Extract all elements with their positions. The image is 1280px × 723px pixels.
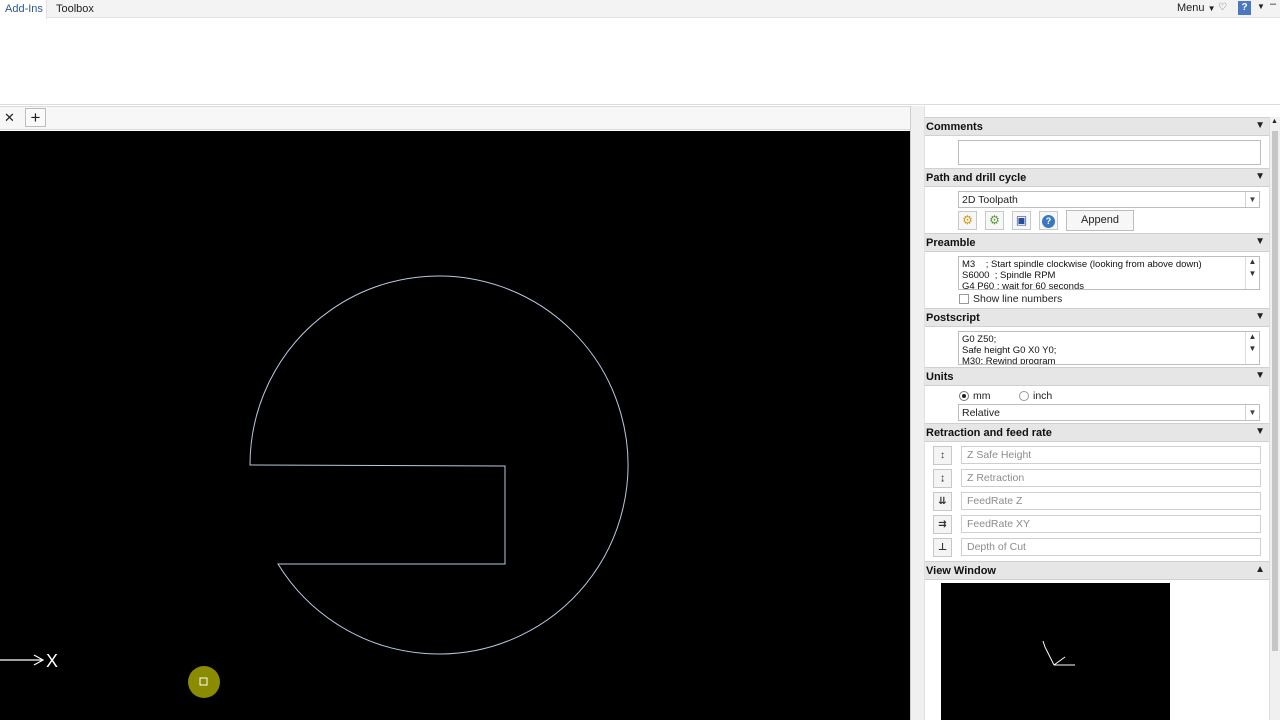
section-title: Comments: [926, 121, 983, 133]
help-button[interactable]: ?: [1238, 1, 1251, 15]
menu-button[interactable]: Menu ▼: [1177, 2, 1216, 14]
cursor-marker: [188, 666, 220, 698]
cad-canvas[interactable]: X: [0, 131, 910, 720]
collapse-icon[interactable]: ▼: [1255, 370, 1265, 381]
depth-of-cut-input[interactable]: [961, 538, 1261, 556]
preamble-textarea[interactable]: M3 ; Start spindle clockwise (looking fr…: [958, 256, 1260, 290]
chevron-down-icon: ▼: [1207, 4, 1216, 13]
scroll-up-icon[interactable]: ▲: [1271, 118, 1278, 125]
axis-triad-icon: [1042, 640, 1075, 666]
section-units-header[interactable]: Units ▼: [925, 367, 1269, 386]
section-view-window-header[interactable]: View Window ▲: [925, 561, 1269, 580]
comments-input[interactable]: [958, 140, 1261, 165]
chevron-down-icon[interactable]: ▼: [1245, 405, 1259, 420]
z-retraction-icon: ↨: [933, 469, 952, 488]
units-mode-select[interactable]: Relative ▼: [958, 404, 1260, 421]
z-safe-height-input[interactable]: [961, 446, 1261, 464]
textarea-scrollbar[interactable]: ▲ ▼: [1245, 332, 1259, 364]
z-retraction-input[interactable]: [961, 469, 1261, 487]
document-tab-bar: ✕ +: [0, 106, 910, 130]
chevron-down-icon[interactable]: ▼: [1245, 192, 1259, 207]
section-comments-header[interactable]: Comments ▼: [925, 117, 1269, 136]
scroll-up-icon[interactable]: ▲: [1246, 257, 1259, 266]
collapse-icon[interactable]: ▼: [1255, 426, 1265, 437]
feedrate-xy-icon: ⇉: [933, 515, 952, 534]
section-title: Retraction and feed rate: [926, 427, 1052, 439]
section-title: Postscript: [926, 312, 980, 324]
path-selected: 2D Toolpath: [962, 194, 1018, 206]
tab-add-ins[interactable]: Add-Ins: [5, 3, 43, 15]
scroll-up-icon[interactable]: ▲: [1246, 332, 1259, 341]
feedrate-xy-input[interactable]: [961, 515, 1261, 533]
mm-label: mm: [973, 390, 991, 402]
section-postscript-header[interactable]: Postscript ▼: [925, 308, 1269, 327]
append-button[interactable]: Append: [1066, 210, 1134, 231]
drawing-svg: X: [0, 275, 629, 698]
load-alt-icon[interactable]: ⚙: [985, 211, 1004, 230]
scroll-down-icon[interactable]: ▼: [1246, 344, 1259, 353]
x-axis-indicator: [0, 654, 45, 666]
units-mode-selected: Relative: [962, 407, 1000, 419]
collapse-icon[interactable]: ▼: [1255, 311, 1265, 322]
scroll-down-icon[interactable]: ▼: [1246, 269, 1259, 278]
show-line-numbers-checkbox[interactable]: [959, 294, 969, 304]
z-safe-height-icon: ↕: [933, 446, 952, 465]
minimize-icon[interactable]: –: [1270, 0, 1276, 10]
view-window-canvas[interactable]: [941, 583, 1170, 720]
expand-icon[interactable]: ▲: [1255, 564, 1265, 575]
section-title: Units: [926, 371, 954, 383]
x-axis-label: X: [46, 651, 58, 671]
panel-scrollbar[interactable]: ▲: [1269, 117, 1280, 720]
view-axes-svg: [1042, 640, 1075, 666]
tab-toolbox[interactable]: Toolbox: [56, 3, 94, 15]
depth-of-cut-icon: ⊥: [933, 538, 952, 557]
radio-inch[interactable]: [1019, 391, 1029, 401]
help-dropdown-icon[interactable]: ▼: [1257, 2, 1265, 11]
save-icon[interactable]: ▣: [1012, 211, 1031, 230]
section-title: Path and drill cycle: [926, 172, 1027, 184]
collapse-icon[interactable]: ▼: [1255, 171, 1265, 182]
help-icon[interactable]: ?: [1039, 211, 1058, 230]
radio-mm[interactable]: [959, 391, 969, 401]
section-retraction-header[interactable]: Retraction and feed rate ▼: [925, 423, 1269, 442]
properties-panel: Comments ▼ Path and drill cycle ▼ 2D Too…: [925, 117, 1269, 720]
feedrate-z-input[interactable]: [961, 492, 1261, 510]
textarea-scrollbar[interactable]: ▲ ▼: [1245, 257, 1259, 289]
ribbon-content: [0, 19, 1280, 105]
show-line-numbers-label: Show line numbers: [973, 293, 1063, 305]
toolpath-outline[interactable]: [249, 275, 629, 655]
favorite-icon[interactable]: ♡: [1218, 2, 1227, 13]
inch-label: inch: [1033, 390, 1053, 402]
add-tab-button[interactable]: +: [25, 108, 46, 127]
postscript-text: G0 Z50; Safe height G0 X0 Y0; M30; Rewin…: [962, 334, 1057, 364]
scroll-thumb[interactable]: [1272, 131, 1278, 651]
close-tab-icon[interactable]: ✕: [4, 110, 15, 126]
preamble-text: M3 ; Start spindle clockwise (looking fr…: [962, 259, 1202, 289]
collapse-icon[interactable]: ▼: [1255, 236, 1265, 247]
section-preamble-header[interactable]: Preamble ▼: [925, 233, 1269, 252]
section-title: Preamble: [926, 237, 976, 249]
path-select[interactable]: 2D Toolpath ▼: [958, 191, 1260, 208]
section-path-header[interactable]: Path and drill cycle ▼: [925, 168, 1269, 187]
section-title: View Window: [926, 565, 996, 577]
feedrate-z-icon: ⇊: [933, 492, 952, 511]
panel-splitter[interactable]: [910, 106, 925, 720]
menu-label: Menu: [1177, 2, 1205, 14]
ribbon-tab-bar: Add-Ins Toolbox Menu ▼ ♡ ? ▼ –: [0, 0, 1280, 19]
postscript-textarea[interactable]: G0 Z50; Safe height G0 X0 Y0; M30; Rewin…: [958, 331, 1260, 365]
collapse-icon[interactable]: ▼: [1255, 120, 1265, 131]
load-icon[interactable]: ⚙: [958, 211, 977, 230]
